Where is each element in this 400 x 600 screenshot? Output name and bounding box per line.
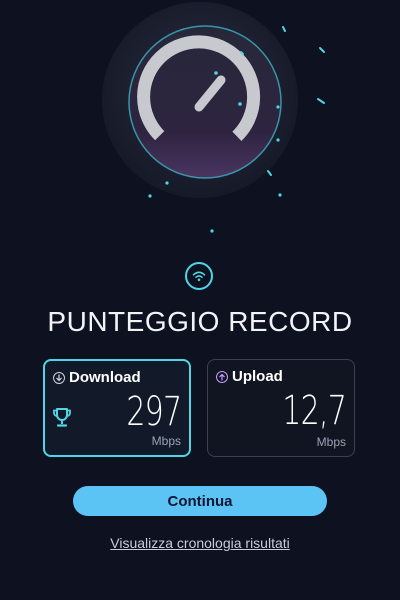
upload-value: 12,7 <box>282 388 347 434</box>
arrow-up-circle-icon <box>216 370 228 383</box>
download-header: Download <box>53 369 141 386</box>
speedometer-icon <box>102 2 325 233</box>
download-label: Download <box>69 369 141 386</box>
upload-header: Upload <box>216 368 283 385</box>
trophy-icon <box>52 407 72 434</box>
download-card: Download 297 Mbps <box>43 359 191 457</box>
upload-label: Upload <box>232 368 283 385</box>
upload-unit: Mbps <box>316 435 346 449</box>
record-title: PUNTEGGIO RECORD <box>47 306 353 337</box>
arrow-down-circle-icon <box>53 371 65 384</box>
wifi-icon <box>185 262 213 290</box>
download-unit: Mbps <box>151 434 181 448</box>
upload-card: Upload 12,7 Mbps <box>207 359 355 457</box>
view-history-link[interactable]: Visualizza cronologia risultati <box>0 535 400 551</box>
continue-button[interactable]: Continua <box>73 486 327 516</box>
download-value: 297 <box>125 389 182 435</box>
speedometer-hero <box>0 0 400 250</box>
